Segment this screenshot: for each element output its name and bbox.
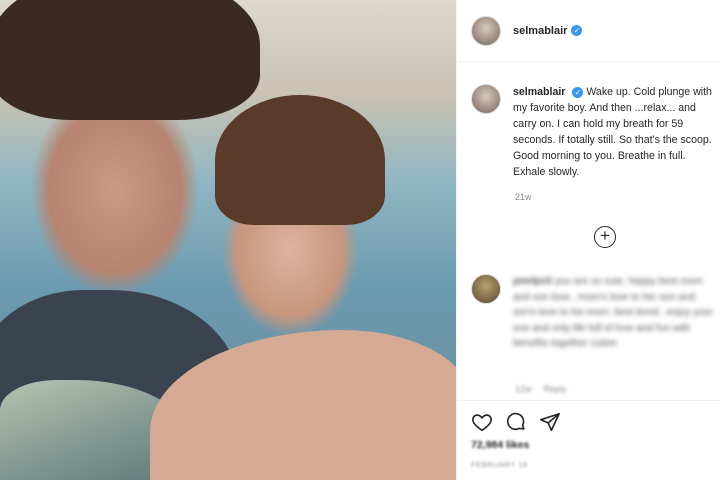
caption-timestamp: 21w (515, 192, 532, 202)
commenter-avatar[interactable] (471, 274, 501, 304)
load-more-comments-button[interactable]: + (594, 226, 616, 248)
comment-item: pmrlpcli you are so cute. happy best mom… (471, 274, 715, 352)
commenter-username[interactable]: pmrlpcli (513, 276, 552, 287)
caption-text: Wake up. Cold plunge with my favorite bo… (513, 86, 712, 178)
comment-text-block: pmrlpcli you are so cute. happy best mom… (513, 274, 715, 352)
action-icons (471, 411, 561, 433)
caption-text-block: selmablair ✓ Wake up. Cold plunge with m… (513, 84, 715, 180)
comment-reply-button[interactable]: Reply (544, 384, 567, 394)
heart-icon[interactable] (471, 411, 493, 433)
post-header: selmablair ✓ (457, 0, 720, 62)
caption-avatar[interactable] (471, 84, 501, 114)
post-date: FEBRUARY 18 (471, 460, 528, 469)
author-username[interactable]: selmablair (513, 25, 567, 37)
caption-verified-icon: ✓ (572, 86, 584, 98)
post-actions: 72,984 likes FEBRUARY 18 (457, 400, 720, 480)
photo-hair-light (215, 95, 385, 225)
author-avatar[interactable] (471, 15, 501, 46)
photo-hair-dark (0, 0, 260, 120)
post-side-panel: selmablair ✓ selmablair ✓ Wake up. Cold … (456, 0, 720, 480)
post-photo[interactable] (0, 0, 456, 480)
caption-username[interactable]: selmablair (513, 86, 565, 98)
comment-time: 12w (515, 384, 532, 394)
share-icon[interactable] (539, 411, 561, 433)
post-caption: selmablair ✓ Wake up. Cold plunge with m… (471, 84, 715, 180)
comment-meta: 12w Reply (515, 384, 567, 394)
likes-count[interactable]: 72,984 likes (471, 439, 529, 451)
verified-badge-icon: ✓ (571, 25, 583, 36)
comment-icon[interactable] (505, 411, 527, 433)
